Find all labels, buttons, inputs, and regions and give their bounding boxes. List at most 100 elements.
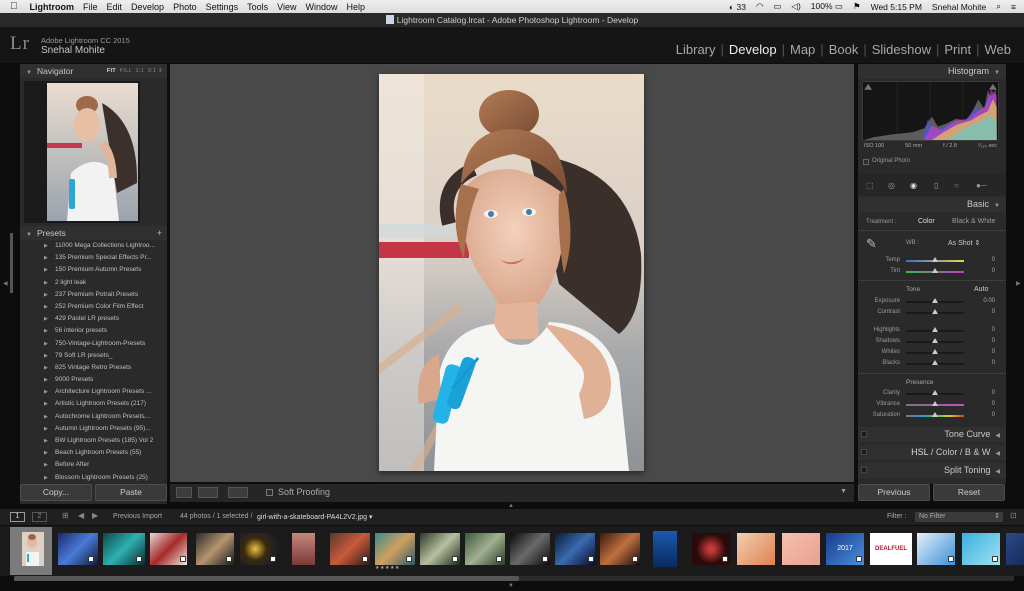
preset-folder[interactable]: Blossom Lightroom Presets (25) xyxy=(20,472,167,481)
saturation-value[interactable]: 0 xyxy=(975,412,995,418)
hsl-header[interactable]: HSL / Color / B & W ◀ xyxy=(858,445,1006,460)
clarity-slider[interactable] xyxy=(906,390,964,395)
module-map[interactable]: Map xyxy=(785,42,820,57)
menu-file[interactable]: File xyxy=(83,2,98,12)
list-icon[interactable]: ≡ xyxy=(1011,2,1016,12)
module-web[interactable]: Web xyxy=(980,42,1017,57)
vibrance-slider[interactable] xyxy=(906,401,964,406)
contrast-slider[interactable] xyxy=(906,309,964,314)
back-arrow-icon[interactable]: ◀ xyxy=(78,511,84,520)
status-count[interactable]: ◐ 33 xyxy=(729,2,746,12)
preset-folder[interactable]: Architecture Lightroom Presets ... xyxy=(20,386,167,398)
thumb-badge-icon[interactable] xyxy=(948,556,954,562)
paste-button[interactable]: Paste xyxy=(95,484,167,501)
highlights-value[interactable]: 0 xyxy=(975,327,995,333)
slider-knob[interactable] xyxy=(932,412,938,417)
thumb-selected[interactable] xyxy=(22,532,44,566)
white-balance-eyedropper-icon[interactable]: ✎ xyxy=(866,236,877,252)
preset-folder[interactable]: 9000 Presets xyxy=(20,374,167,386)
main-photo[interactable] xyxy=(379,74,644,471)
zoom-3-1[interactable]: 3:1 xyxy=(148,68,157,74)
auto-tone-button[interactable]: Auto xyxy=(974,286,988,293)
zoom-menu-icon[interactable]: ⇕ xyxy=(158,68,163,74)
preset-folder[interactable]: 11000 Mega Collections Lightroo... xyxy=(20,240,167,252)
filmstrip-thumb[interactable] xyxy=(737,533,775,565)
thumb-badge-icon[interactable] xyxy=(362,556,368,562)
soft-proofing-checkbox[interactable] xyxy=(266,489,273,496)
filmstrip-thumb[interactable] xyxy=(292,533,315,565)
thumb-badge-icon[interactable] xyxy=(136,556,142,562)
shadows-value[interactable]: 0 xyxy=(975,338,995,344)
flag-icon[interactable]: ⚑ xyxy=(853,1,861,12)
airplay-icon[interactable]: ▭ xyxy=(773,1,781,12)
thumb-badge-icon[interactable] xyxy=(992,556,998,562)
treatment-bw[interactable]: Black & White xyxy=(952,218,996,225)
preset-folder[interactable]: Autumn Lightroom Presets (95)... xyxy=(20,423,167,435)
tint-slider[interactable] xyxy=(906,268,964,273)
treatment-color[interactable]: Color xyxy=(918,218,935,225)
presets-scrollbar[interactable] xyxy=(10,233,13,293)
blacks-slider[interactable] xyxy=(906,360,964,365)
menu-settings[interactable]: Settings xyxy=(206,2,239,12)
slider-knob[interactable] xyxy=(932,349,938,354)
module-print[interactable]: Print xyxy=(939,42,976,57)
add-preset-icon[interactable]: + xyxy=(157,226,162,240)
thumb-badge-icon[interactable] xyxy=(722,556,728,562)
exposure-slider[interactable] xyxy=(906,298,964,303)
preset-folder[interactable]: 135 Premium Special Effects Pr... xyxy=(20,252,167,264)
temp-slider[interactable] xyxy=(906,257,964,262)
before-after-view-icon[interactable] xyxy=(198,487,218,498)
zoom-1-1[interactable]: 1:1 xyxy=(136,68,145,74)
filter-select[interactable]: No Filter ⇕ xyxy=(915,512,1003,522)
menu-photo[interactable]: Photo xyxy=(173,2,197,12)
filter-toggle-icon[interactable]: ⊡ xyxy=(1010,511,1017,520)
preset-folder[interactable]: Artistic Lightroom Presets (217) xyxy=(20,398,167,410)
forward-arrow-icon[interactable]: ▶ xyxy=(92,511,98,520)
filmstrip-thumb[interactable] xyxy=(782,533,820,565)
red-eye-icon[interactable]: ◉ xyxy=(910,181,917,190)
preset-folder[interactable]: 150 Premium Autumn Presets xyxy=(20,264,167,276)
wb-select[interactable]: As Shot ⇕ xyxy=(948,239,980,247)
crop-tool-icon[interactable]: ⬚ xyxy=(866,181,874,190)
menu-view[interactable]: View xyxy=(277,2,296,12)
preset-folder[interactable]: 750-Vintage-Lightroom-Presets xyxy=(20,338,167,350)
apple-icon[interactable]:  xyxy=(10,1,18,12)
histogram-graph[interactable] xyxy=(862,81,999,141)
collapse-right-icon[interactable]: ▶ xyxy=(1016,280,1021,287)
basic-header[interactable]: Basic ▼ xyxy=(858,197,1006,212)
clarity-value[interactable]: 0 xyxy=(975,390,995,396)
preset-folder[interactable]: 79 Soft LR presets_ xyxy=(20,350,167,362)
shadows-slider[interactable] xyxy=(906,338,964,343)
split-toning-header[interactable]: Split Toning ◀ xyxy=(858,463,1006,478)
original-photo-checkbox[interactable] xyxy=(863,159,869,165)
menu-develop[interactable]: Develop xyxy=(131,2,164,12)
panel-toggle-switch[interactable] xyxy=(861,467,867,473)
zoom-fill[interactable]: FILL xyxy=(120,68,132,74)
preset-folder[interactable]: BW Lightroom Presets (185) Vol 2 xyxy=(20,435,167,447)
thumb-badge-icon[interactable] xyxy=(270,556,276,562)
preset-folder[interactable]: Beach Lightroom Presets (55) xyxy=(20,447,167,459)
filmstrip-thumb[interactable] xyxy=(653,531,677,567)
thumb-badge-icon[interactable] xyxy=(496,556,502,562)
volume-icon[interactable]: ◁) xyxy=(791,1,800,12)
battery-status[interactable]: 100% ▭ xyxy=(811,1,843,12)
filmstrip-thumb[interactable] xyxy=(1006,533,1024,565)
tint-value[interactable]: 0 xyxy=(975,268,995,274)
collapse-left-icon[interactable]: ◀ xyxy=(3,280,8,287)
thumb-badge-icon[interactable] xyxy=(856,556,862,562)
zoom-fit[interactable]: FIT xyxy=(107,68,116,74)
contrast-value[interactable]: 0 xyxy=(975,309,995,315)
wifi-icon[interactable]: ◠ xyxy=(756,1,763,12)
whites-slider[interactable] xyxy=(906,349,964,354)
clock[interactable]: Wed 5:15 PM xyxy=(871,2,922,12)
preset-folder[interactable]: 825 Vintage Retro Presets xyxy=(20,362,167,374)
reset-button[interactable]: Reset xyxy=(933,484,1005,501)
search-icon[interactable]: ⌕ xyxy=(996,1,1001,12)
copy-button[interactable]: Copy... xyxy=(20,484,92,501)
menu-tools[interactable]: Tools xyxy=(247,2,268,12)
radial-filter-icon[interactable]: ○ xyxy=(954,181,959,190)
preset-folder[interactable]: 2 light leak xyxy=(20,277,167,289)
swap-before-after-icon[interactable] xyxy=(228,487,248,498)
panel-toggle-switch[interactable] xyxy=(861,449,867,455)
expand-bottom-icon[interactable]: ▼ xyxy=(508,583,514,589)
